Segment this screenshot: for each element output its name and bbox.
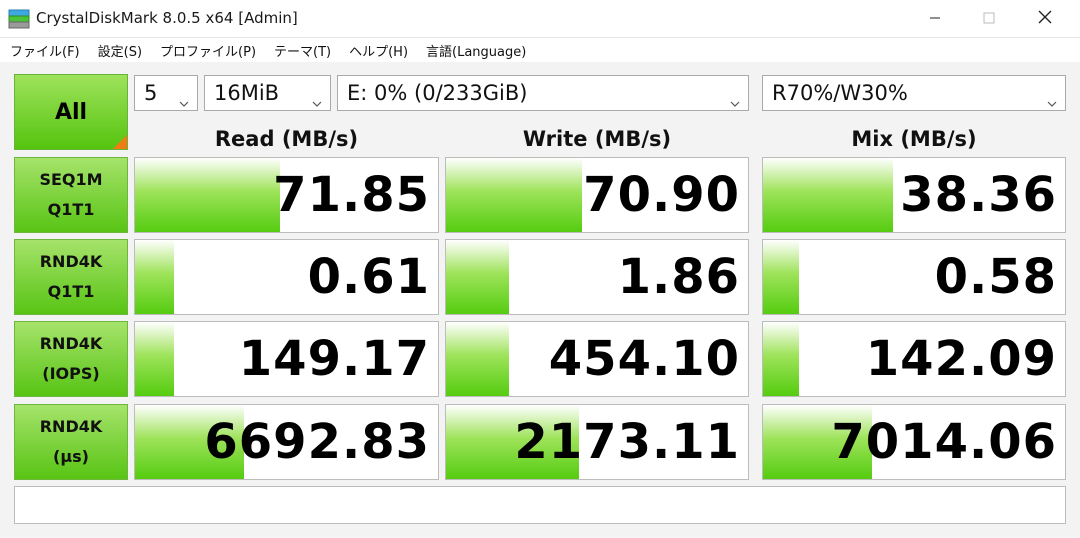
all-button-label: All [54, 99, 88, 125]
title-bar: CrystalDiskMark 8.0.5 x64 [Admin] [0, 0, 1080, 38]
test-label-line1: RND4K [39, 417, 103, 436]
result-value: 2173.11 [514, 414, 740, 470]
result-mix: 38.36 [762, 157, 1066, 233]
test-label-line2: Q1T1 [47, 282, 95, 301]
menu-theme[interactable]: テーマ(T) [274, 41, 331, 60]
progress-bar [135, 240, 175, 314]
result-read: 0.61 [134, 239, 439, 315]
app-icon [8, 9, 30, 29]
result-value: 6692.83 [204, 414, 430, 470]
progress-bar [446, 158, 582, 232]
chevron-down-icon [1047, 89, 1057, 113]
progress-bar [135, 322, 175, 396]
menu-bar: ファイル(F) 設定(S) プロファイル(P) テーマ(T) ヘルプ(H) 言語… [0, 38, 1080, 62]
chevron-down-icon [179, 89, 189, 113]
result-read: 6692.83 [134, 404, 439, 480]
minimize-icon [929, 9, 941, 28]
test-button-seq1m-q1t1[interactable]: SEQ1M Q1T1 [14, 157, 128, 233]
drive-value: E: 0% (0/233GiB) [347, 81, 528, 105]
result-value: 454.10 [548, 331, 740, 387]
progress-bar [763, 240, 800, 314]
result-value: 7014.06 [831, 414, 1057, 470]
result-mix: 7014.06 [762, 404, 1066, 480]
progress-bar [135, 158, 281, 232]
result-mix: 0.58 [762, 239, 1066, 315]
test-count-value: 5 [144, 81, 158, 105]
test-button-rnd4k-latency[interactable]: RND4K (μs) [14, 404, 128, 480]
mix-ratio-select[interactable]: R70%/W30% [762, 75, 1066, 111]
menu-help[interactable]: ヘルプ(H) [349, 41, 408, 60]
comment-input[interactable] [14, 486, 1066, 524]
mix-ratio-value: R70%/W30% [772, 81, 908, 105]
result-value: 149.17 [238, 331, 430, 387]
menu-file[interactable]: ファイル(F) [10, 41, 80, 60]
write-header: Write (MB/s) [522, 127, 672, 151]
progress-bar [446, 322, 510, 396]
close-button[interactable] [1018, 0, 1072, 37]
test-label-line1: RND4K [39, 252, 103, 271]
test-count-select[interactable]: 5 [134, 75, 198, 111]
chevron-down-icon [312, 89, 322, 113]
maximize-icon [983, 9, 995, 28]
progress-bar [763, 322, 800, 396]
result-read: 149.17 [134, 321, 439, 397]
result-write: 454.10 [445, 321, 749, 397]
all-button[interactable]: All [14, 74, 128, 150]
maximize-button[interactable] [962, 0, 1016, 37]
test-button-rnd4k-q1t1[interactable]: RND4K Q1T1 [14, 239, 128, 315]
result-value: 38.36 [900, 167, 1057, 223]
test-label-line1: SEQ1M [39, 170, 103, 189]
result-read: 71.85 [134, 157, 439, 233]
menu-language[interactable]: 言語(Language) [426, 41, 526, 60]
close-icon [1038, 9, 1052, 28]
menu-settings[interactable]: 設定(S) [98, 41, 142, 60]
test-label-line2: (μs) [53, 447, 89, 466]
test-size-select[interactable]: 16MiB [204, 75, 331, 111]
test-size-value: 16MiB [214, 81, 280, 105]
result-value: 0.61 [307, 249, 430, 305]
test-button-rnd4k-iops[interactable]: RND4K (IOPS) [14, 321, 128, 397]
test-label-line2: (IOPS) [42, 364, 100, 383]
result-write: 1.86 [445, 239, 749, 315]
result-write: 70.90 [445, 157, 749, 233]
test-label-line2: Q1T1 [47, 200, 95, 219]
result-value: 1.86 [617, 249, 740, 305]
result-write: 2173.11 [445, 404, 749, 480]
minimize-button[interactable] [908, 0, 962, 37]
chevron-down-icon [730, 89, 740, 113]
progress-bar [446, 240, 510, 314]
result-value: 70.90 [583, 167, 740, 223]
progress-bar [763, 158, 893, 232]
result-value: 0.58 [934, 249, 1057, 305]
result-value: 142.09 [865, 331, 1057, 387]
drive-select[interactable]: E: 0% (0/233GiB) [337, 75, 749, 111]
result-mix: 142.09 [762, 321, 1066, 397]
test-label-line1: RND4K [39, 334, 103, 353]
window-title: CrystalDiskMark 8.0.5 x64 [Admin] [36, 9, 298, 27]
corner-marker [113, 135, 127, 149]
result-value: 71.85 [273, 167, 430, 223]
read-header: Read (MB/s) [214, 127, 359, 151]
menu-profile[interactable]: プロファイル(P) [160, 41, 256, 60]
mix-header: Mix (MB/s) [851, 127, 977, 151]
